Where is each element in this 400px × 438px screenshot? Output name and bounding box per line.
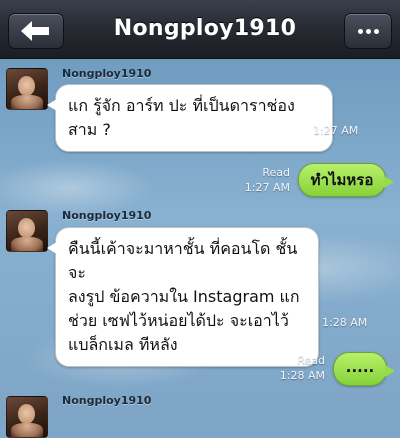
message-text: แก รู้จัก อาร์ท ปะ ที่เป็นดาราช่อง สาม ? — [68, 96, 295, 139]
sender-name: Nongploy1910 — [62, 67, 152, 80]
avatar[interactable] — [6, 68, 48, 110]
message-text: ทำไมหรอ — [310, 171, 374, 189]
message-bubble-incoming[interactable]: คืนนี้เค้าจะมาหาชั้น ที่คอนโด ชั้นจะ ลงร… — [47, 227, 319, 367]
page-title: Nongploy1910 — [113, 16, 297, 41]
message-bubble-outgoing[interactable]: ทำไมหรอ — [298, 163, 394, 197]
back-arrow-icon — [21, 21, 49, 41]
message-time: 1:28 AM — [322, 316, 368, 329]
read-status: Read — [297, 354, 325, 367]
back-button[interactable] — [8, 13, 64, 49]
message-bubble-incoming[interactable]: แก รู้จัก อาร์ท ปะ ที่เป็นดาราช่อง สาม ? — [47, 84, 333, 152]
message-time: 1:28 AM — [279, 369, 325, 382]
message-text: ..... — [345, 358, 375, 376]
more-button[interactable] — [344, 13, 392, 49]
message-time: 1:27 AM — [313, 124, 359, 137]
avatar[interactable] — [6, 396, 48, 438]
avatar[interactable] — [6, 210, 48, 252]
navigation-bar: Nongploy1910 — [0, 0, 400, 59]
message-text: คืนนี้เค้าจะมาหาชั้น ที่คอนโด ชั้นจะ ลงร… — [68, 239, 300, 354]
sender-name: Nongploy1910 — [62, 209, 152, 222]
message-bubble-outgoing[interactable]: ..... — [333, 352, 395, 386]
message-time: 1:27 AM — [244, 181, 290, 194]
read-status: Read — [262, 166, 290, 179]
sender-name: Nongploy1910 — [62, 394, 152, 407]
more-dots-icon — [357, 28, 363, 34]
